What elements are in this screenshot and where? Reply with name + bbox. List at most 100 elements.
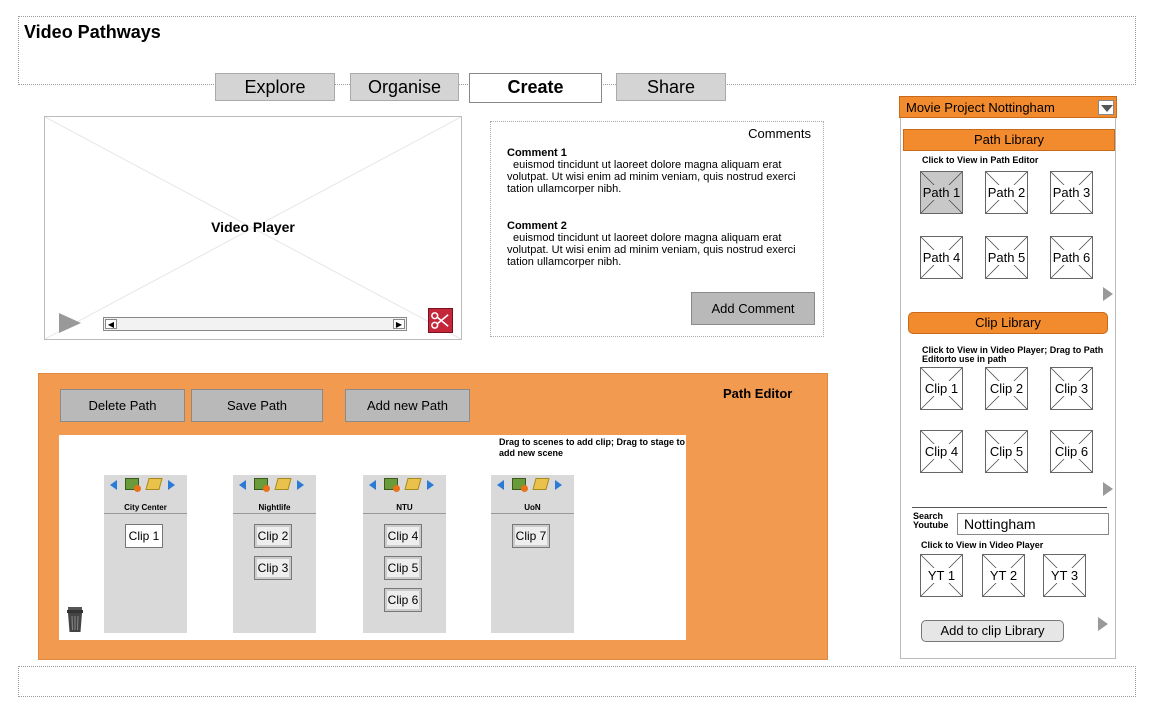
add-to-clip-library-button[interactable]: Add to clip Library [921, 620, 1064, 642]
path-thumbnail[interactable]: Path 1 [920, 171, 963, 214]
clip-thumbnail[interactable]: Clip 4 [920, 430, 963, 473]
seek-left-button[interactable]: ◀ [105, 319, 117, 329]
scene-divider [491, 513, 574, 514]
scene-title: NTU [396, 503, 413, 512]
thumb-label: Clip 5 [988, 444, 1025, 459]
add-clip-icon[interactable] [254, 478, 270, 492]
seek-right-button[interactable]: ▶ [393, 319, 405, 329]
scene-divider [104, 513, 187, 514]
youtube-hint: Click to View in Video Player [921, 540, 1044, 550]
tab-organise[interactable]: Organise [350, 73, 459, 101]
scene-clip[interactable]: Clip 3 [254, 556, 292, 580]
clip-thumbnail[interactable]: Clip 1 [920, 367, 963, 410]
youtube-thumbnail[interactable]: YT 2 [982, 554, 1025, 597]
youtube-divider [912, 507, 1107, 508]
tab-create[interactable]: Create [469, 73, 602, 103]
clip-library-next-icon[interactable] [1103, 482, 1113, 496]
path-library-hint: Click to View in Path Editor [922, 155, 1039, 165]
youtube-next-icon[interactable] [1098, 617, 1108, 631]
edit-icon[interactable] [274, 478, 292, 490]
scene-title: City Center [124, 503, 167, 512]
path-thumbnail[interactable]: Path 5 [985, 236, 1028, 279]
path-library-header[interactable]: Path Library [903, 129, 1115, 151]
path-editor-title: Path Editor [723, 386, 793, 401]
thumb-label: Path 1 [921, 185, 962, 200]
project-select-value: Movie Project Nottingham [906, 100, 1055, 115]
tab-explore[interactable]: Explore [215, 73, 335, 101]
add-clip-icon[interactable] [384, 478, 400, 492]
edit-icon[interactable] [404, 478, 422, 490]
trash-icon[interactable] [65, 605, 85, 633]
path-editor: Path Editor Delete Path Save Path Add ne… [38, 373, 828, 660]
path-stage[interactable]: Drag to scenes to add clip; Drag to stag… [59, 435, 686, 640]
stage-hint: Drag to scenes to add clip; Drag to stag… [499, 437, 686, 458]
youtube-thumbnail[interactable]: YT 3 [1043, 554, 1086, 597]
clip-thumbnail[interactable]: Clip 5 [985, 430, 1028, 473]
edit-icon[interactable] [532, 478, 550, 490]
arrow-right-icon[interactable] [555, 480, 562, 490]
arrow-right-icon[interactable] [297, 480, 304, 490]
path-thumbnail[interactable]: Path 3 [1050, 171, 1093, 214]
chevron-down-icon[interactable] [1098, 100, 1114, 115]
comment-title: Comment 2 [507, 220, 567, 232]
scene-divider [363, 513, 446, 514]
project-select[interactable]: Movie Project Nottingham [899, 96, 1117, 118]
scene-clip[interactable]: Clip 1 [125, 524, 163, 548]
thumb-label: Clip 3 [1053, 381, 1090, 396]
scene-toolbar [495, 478, 573, 492]
thumb-label: Clip 4 [923, 444, 960, 459]
scene-divider [233, 513, 316, 514]
seek-bar[interactable]: ◀ ▶ [103, 317, 407, 331]
scene-clip[interactable]: Clip 4 [384, 524, 422, 548]
clip-library-header[interactable]: Clip Library [908, 312, 1108, 334]
save-path-button[interactable]: Save Path [191, 389, 323, 422]
arrow-left-icon[interactable] [239, 480, 246, 490]
youtube-search-label: Search Youtube [913, 511, 949, 530]
scene-column[interactable]: UoN Clip 7 [491, 475, 574, 633]
path-thumbnail[interactable]: Path 6 [1050, 236, 1093, 279]
scissors-icon[interactable] [428, 308, 453, 333]
video-player[interactable]: Video Player ◀ ▶ [44, 116, 462, 340]
arrow-right-icon[interactable] [427, 480, 434, 490]
arrow-left-icon[interactable] [110, 480, 117, 490]
thumb-label: YT 1 [926, 568, 957, 583]
add-comment-button[interactable]: Add Comment [691, 292, 815, 325]
scene-toolbar [367, 478, 445, 492]
path-thumbnail[interactable]: Path 4 [920, 236, 963, 279]
comment-2: Comment 2 euismod tincidunt ut laoreet d… [507, 220, 817, 268]
thumb-label: Path 6 [1051, 250, 1092, 265]
tab-share[interactable]: Share [616, 73, 726, 101]
comment-body: euismod tincidunt ut laoreet dolore magn… [507, 232, 796, 268]
edit-icon[interactable] [145, 478, 163, 490]
arrow-left-icon[interactable] [369, 480, 376, 490]
scene-clip[interactable]: Clip 2 [254, 524, 292, 548]
scene-clip[interactable]: Clip 5 [384, 556, 422, 580]
scene-clip[interactable]: Clip 7 [512, 524, 550, 548]
thumb-label: Path 3 [1051, 185, 1092, 200]
scene-toolbar [108, 478, 186, 492]
path-library-next-icon[interactable] [1103, 287, 1113, 301]
comment-body: euismod tincidunt ut laoreet dolore magn… [507, 159, 796, 195]
add-clip-icon[interactable] [125, 478, 141, 492]
scene-column[interactable]: NTU Clip 4 Clip 5 Clip 6 [363, 475, 446, 633]
youtube-thumbnail[interactable]: YT 1 [920, 554, 963, 597]
clip-thumbnail[interactable]: Clip 2 [985, 367, 1028, 410]
clip-thumbnail[interactable]: Clip 3 [1050, 367, 1093, 410]
arrow-left-icon[interactable] [497, 480, 504, 490]
scene-toolbar [237, 478, 315, 492]
scene-column[interactable]: City Center Clip 1 [104, 475, 187, 633]
delete-path-button[interactable]: Delete Path [60, 389, 185, 422]
clip-thumbnail[interactable]: Clip 6 [1050, 430, 1093, 473]
add-new-path-button[interactable]: Add new Path [345, 389, 470, 422]
footer-frame [18, 666, 1136, 697]
play-icon[interactable] [59, 313, 81, 333]
thumb-label: YT 3 [1049, 568, 1080, 583]
scene-column[interactable]: Nightlife Clip 2 Clip 3 [233, 475, 316, 633]
thumb-label: Path 2 [986, 185, 1027, 200]
arrow-right-icon[interactable] [168, 480, 175, 490]
thumb-label: Clip 2 [988, 381, 1025, 396]
path-thumbnail[interactable]: Path 2 [985, 171, 1028, 214]
youtube-search-input[interactable]: Nottingham [957, 513, 1109, 535]
add-clip-icon[interactable] [512, 478, 528, 492]
scene-clip[interactable]: Clip 6 [384, 588, 422, 612]
